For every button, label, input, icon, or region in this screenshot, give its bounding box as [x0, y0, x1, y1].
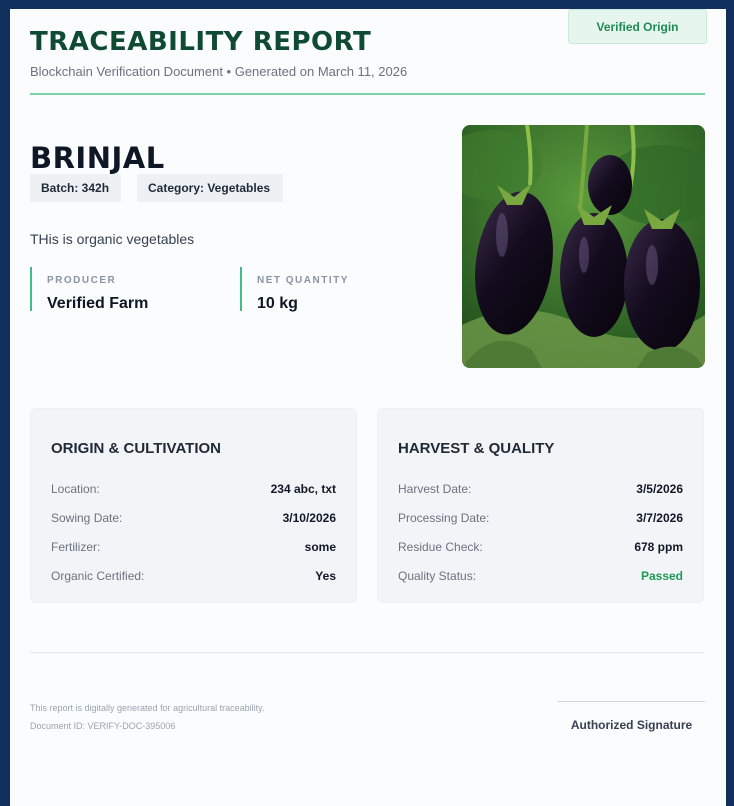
- harvest-card-title: HARVEST & QUALITY: [398, 440, 555, 457]
- row-label: Quality Status:: [398, 569, 477, 583]
- quality-status-value: Passed: [640, 569, 683, 583]
- authorized-signature: Authorized Signature: [570, 718, 693, 732]
- row-value: 3/10/2026: [282, 511, 336, 525]
- harvest-quality-card: HARVEST & QUALITY Harvest Date: 3/5/2026 …: [377, 408, 704, 603]
- origin-row-fertilizer: Fertilizer: some: [51, 537, 336, 557]
- row-value: 234 abc, txt: [270, 482, 336, 496]
- producer-value: Verified Farm: [47, 295, 149, 312]
- header-divider: [30, 93, 705, 95]
- category-tag: Category: Vegetables: [137, 174, 283, 202]
- row-label: Harvest Date:: [398, 482, 472, 496]
- producer-stat: PRODUCER Verified Farm: [30, 267, 149, 312]
- quantity-label: NET QUANTITY: [257, 275, 349, 286]
- row-value: 3/5/2026: [636, 482, 683, 496]
- producer-label: PRODUCER: [47, 275, 117, 286]
- origin-cultivation-card: ORIGIN & CULTIVATION Location: 234 abc, t…: [30, 408, 357, 603]
- document-id: Document ID: VERIFY-DOC-395006: [30, 721, 176, 731]
- origin-row-location: Location: 234 abc, txt: [51, 479, 336, 499]
- row-label: Organic Certified:: [51, 569, 145, 583]
- row-label: Location:: [51, 482, 100, 496]
- harvest-row-processing: Processing Date: 3/7/2026: [398, 508, 683, 528]
- product-description: THis is organic vegetables: [30, 231, 195, 247]
- harvest-row-quality: Quality Status: Passed: [398, 566, 683, 586]
- row-value: 678 ppm: [634, 540, 683, 554]
- row-value: 3/7/2026: [636, 511, 683, 525]
- row-label: Sowing Date:: [51, 511, 123, 525]
- product-photo: [462, 125, 705, 368]
- verified-origin-badge: Verified Origin: [568, 9, 707, 44]
- product-name: BRINJAL: [30, 141, 165, 175]
- origin-row-organic: Organic Certified: Yes: [51, 566, 336, 586]
- report-page: Verified Origin TRACEABILITY REPORT Bloc…: [10, 9, 726, 806]
- footer-divider: [30, 652, 705, 653]
- row-label: Processing Date:: [398, 511, 490, 525]
- eggplant-image: [462, 125, 705, 368]
- row-label: Fertilizer:: [51, 540, 101, 554]
- page-title: TRACEABILITY REPORT: [30, 27, 372, 57]
- harvest-row-date: Harvest Date: 3/5/2026: [398, 479, 683, 499]
- quantity-stat: NET QUANTITY 10 kg: [240, 267, 349, 312]
- page-subtitle: Blockchain Verification Document • Gener…: [30, 64, 408, 79]
- row-value: some: [304, 540, 336, 554]
- row-value: Yes: [315, 569, 336, 583]
- origin-row-sowing: Sowing Date: 3/10/2026: [51, 508, 336, 528]
- harvest-row-residue: Residue Check: 678 ppm: [398, 537, 683, 557]
- footer-note: This report is digitally generated for a…: [30, 703, 265, 713]
- row-label: Residue Check:: [398, 540, 483, 554]
- batch-tag: Batch: 342h: [30, 174, 121, 202]
- signature-line: [558, 701, 705, 702]
- quantity-value: 10 kg: [257, 295, 298, 312]
- origin-card-title: ORIGIN & CULTIVATION: [51, 440, 221, 457]
